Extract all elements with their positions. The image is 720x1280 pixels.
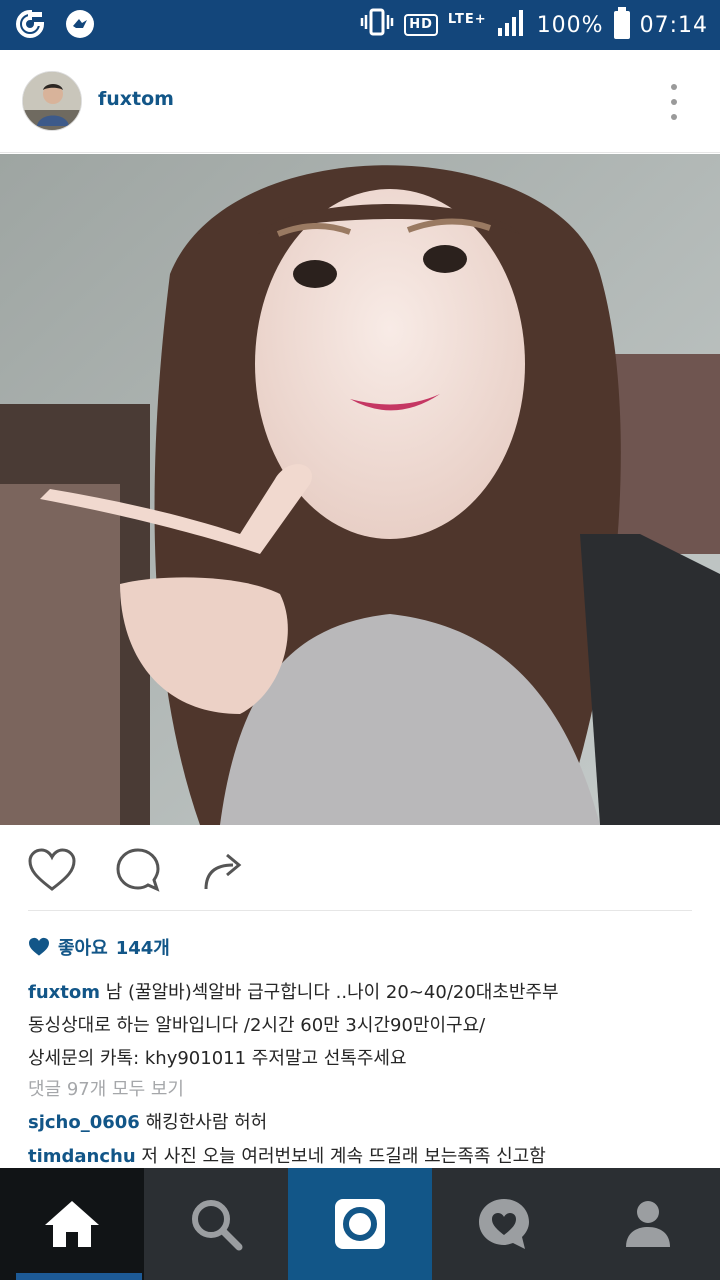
more-options-button[interactable]	[662, 84, 686, 120]
heart-outline-icon	[28, 848, 76, 891]
clock: 07:14	[639, 12, 708, 38]
tab-search[interactable]	[144, 1168, 288, 1280]
hd-badge: HD	[404, 14, 438, 36]
bottom-tab-bar	[0, 1168, 720, 1280]
comment-item: sjcho_0606 해킹한사람 허허	[28, 1108, 267, 1134]
battery-percent: 100%	[536, 12, 604, 38]
profile-icon	[626, 1201, 670, 1247]
status-bar: HD LTE+ 100% 07:14	[0, 0, 720, 50]
comment-button[interactable]	[114, 846, 162, 894]
likes-label: 좋아요	[58, 938, 108, 959]
caption-line-2: 동싱상대로 하는 알바입니다 /2시간 60만 3시간90만이구요/	[28, 1015, 486, 1036]
post-username[interactable]: fuxtom	[98, 88, 174, 110]
likes-number: 144개	[115, 938, 170, 959]
battery-icon	[613, 7, 630, 39]
post-photo[interactable]	[0, 154, 720, 825]
share-arrow-icon	[204, 853, 242, 890]
camera-icon	[335, 1199, 385, 1249]
lte-label: LTE+	[447, 11, 487, 27]
like-button[interactable]	[28, 846, 76, 894]
comment-username[interactable]: sjcho_0606	[28, 1112, 140, 1133]
share-button[interactable]	[200, 846, 248, 894]
activity-heart-bubble-icon	[479, 1199, 529, 1249]
app-circle-icon	[14, 8, 46, 40]
comment-item: timdanchu 저 사진 오늘 여러번보네 계속 뜨길래 보는족족 신고함	[28, 1142, 546, 1168]
view-all-comments-link[interactable]: 댓글 97개 모두 보기	[28, 1075, 184, 1101]
caption-line-3: 상세문의 카톡: khy901011 주저말고 선톡주세요	[28, 1048, 407, 1069]
home-icon	[45, 1201, 99, 1247]
tab-profile[interactable]	[576, 1168, 720, 1280]
tab-camera[interactable]	[288, 1168, 432, 1280]
post-actions	[28, 842, 248, 898]
search-icon	[192, 1200, 243, 1251]
comment-text: 저 사진 오늘 여러번보네 계속 뜨길래 보는족족 신고함	[141, 1146, 546, 1167]
comment-username[interactable]: timdanchu	[28, 1146, 136, 1167]
bird-notification-icon	[64, 8, 96, 40]
caption-username[interactable]: fuxtom	[28, 982, 100, 1003]
comment-text: 해킹한사람 허허	[145, 1112, 268, 1133]
tab-activity[interactable]	[432, 1168, 576, 1280]
vibrate-icon	[360, 7, 394, 43]
avatar[interactable]	[22, 71, 82, 131]
divider	[28, 910, 692, 911]
heart-filled-icon	[29, 937, 49, 956]
signal-icon	[497, 8, 527, 42]
comment-bubble-icon	[116, 848, 160, 892]
post-header: fuxtom	[0, 50, 720, 153]
tab-home[interactable]	[0, 1168, 144, 1280]
likes-count[interactable]: 좋아요 144개	[28, 934, 170, 960]
caption-line-1: fuxtom 남 (꿀알바)섹알바 급구합니다 ..나이 20~40/20대초반…	[28, 982, 559, 1003]
post-caption: fuxtom 남 (꿀알바)섹알바 급구합니다 ..나이 20~40/20대초반…	[28, 976, 698, 1075]
